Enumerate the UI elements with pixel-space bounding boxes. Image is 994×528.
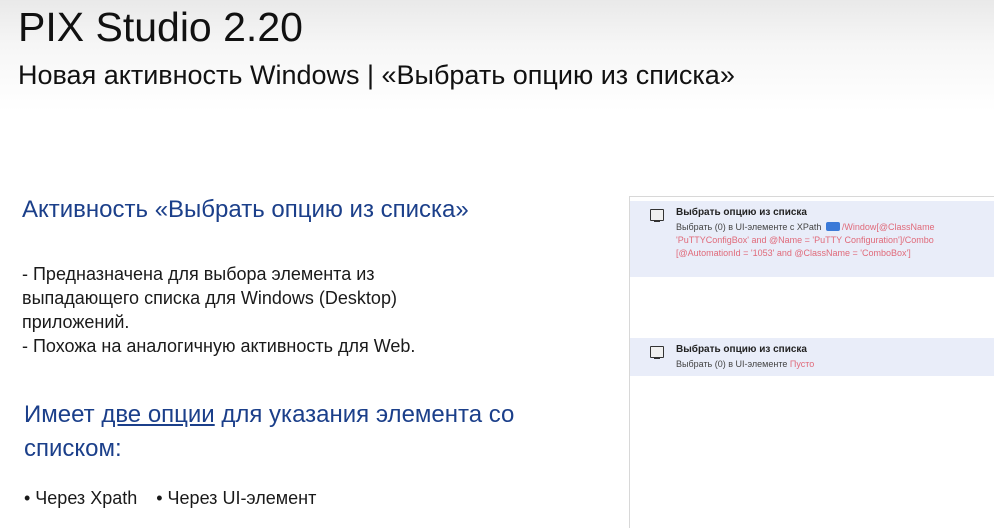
description-line: выпадающего списка для Windows (Desktop) — [22, 288, 397, 308]
activity-panel-screenshot: Выбрать опцию из списка Выбрать (0) в UI… — [629, 196, 994, 528]
activity-title: Выбрать опцию из списка — [676, 207, 807, 218]
bullet-list: • Через Xpath • Через UI-элемент — [24, 488, 316, 509]
slide-subtitle: Новая активность Windows | «Выбрать опци… — [18, 60, 735, 90]
activity-title: Выбрать опцию из списка — [676, 344, 807, 355]
options-statement: Имеет две опции для указания элемента со… — [24, 398, 594, 466]
description-line: приложений. — [22, 312, 130, 332]
bullet-ui-element: • Через UI-элемент — [156, 488, 317, 508]
activity-card-xpath[interactable]: Выбрать опцию из списка Выбрать (0) в UI… — [630, 201, 994, 277]
options-prefix: Имеет — [24, 401, 102, 428]
activity-line: Выбрать (0) в UI-элементе с XPath /Windo… — [676, 221, 935, 233]
description-line: - Похожа на аналогичную активность для W… — [22, 336, 416, 356]
activity-card-ui-element[interactable]: Выбрать опцию из списка Выбрать (0) в UI… — [630, 338, 994, 376]
activity-line: Выбрать (0) в UI-элементе Пусто — [676, 358, 814, 370]
activity-line-prefix: Выбрать (0) в UI-элементе с XPath — [676, 222, 822, 232]
description-line: - Предназначена для выбора элемента из — [22, 264, 375, 284]
monitor-icon — [650, 346, 664, 359]
description-text: - Предназначена для выбора элемента из в… — [22, 262, 582, 358]
xpath-value-line: [@AutomationId = '1053' and @ClassName =… — [676, 248, 911, 258]
slide-title: PIX Studio 2.20 — [18, 4, 303, 50]
xpath-value-line: 'PuTTYConfigBox' and @Name = 'PuTTY Conf… — [676, 235, 934, 245]
ui-element-value: Пусто — [789, 359, 815, 369]
monitor-icon — [650, 209, 664, 222]
activity-line-prefix: Выбрать (0) в UI-элементе — [676, 359, 788, 369]
xpath-value: /Window[@ClassName — [841, 222, 935, 232]
camera-icon[interactable] — [825, 222, 840, 231]
section-heading: Активность «Выбрать опцию из списка» — [22, 196, 469, 223]
options-emphasis: две опции — [101, 401, 215, 428]
bullet-xpath: • Через Xpath — [24, 488, 138, 508]
